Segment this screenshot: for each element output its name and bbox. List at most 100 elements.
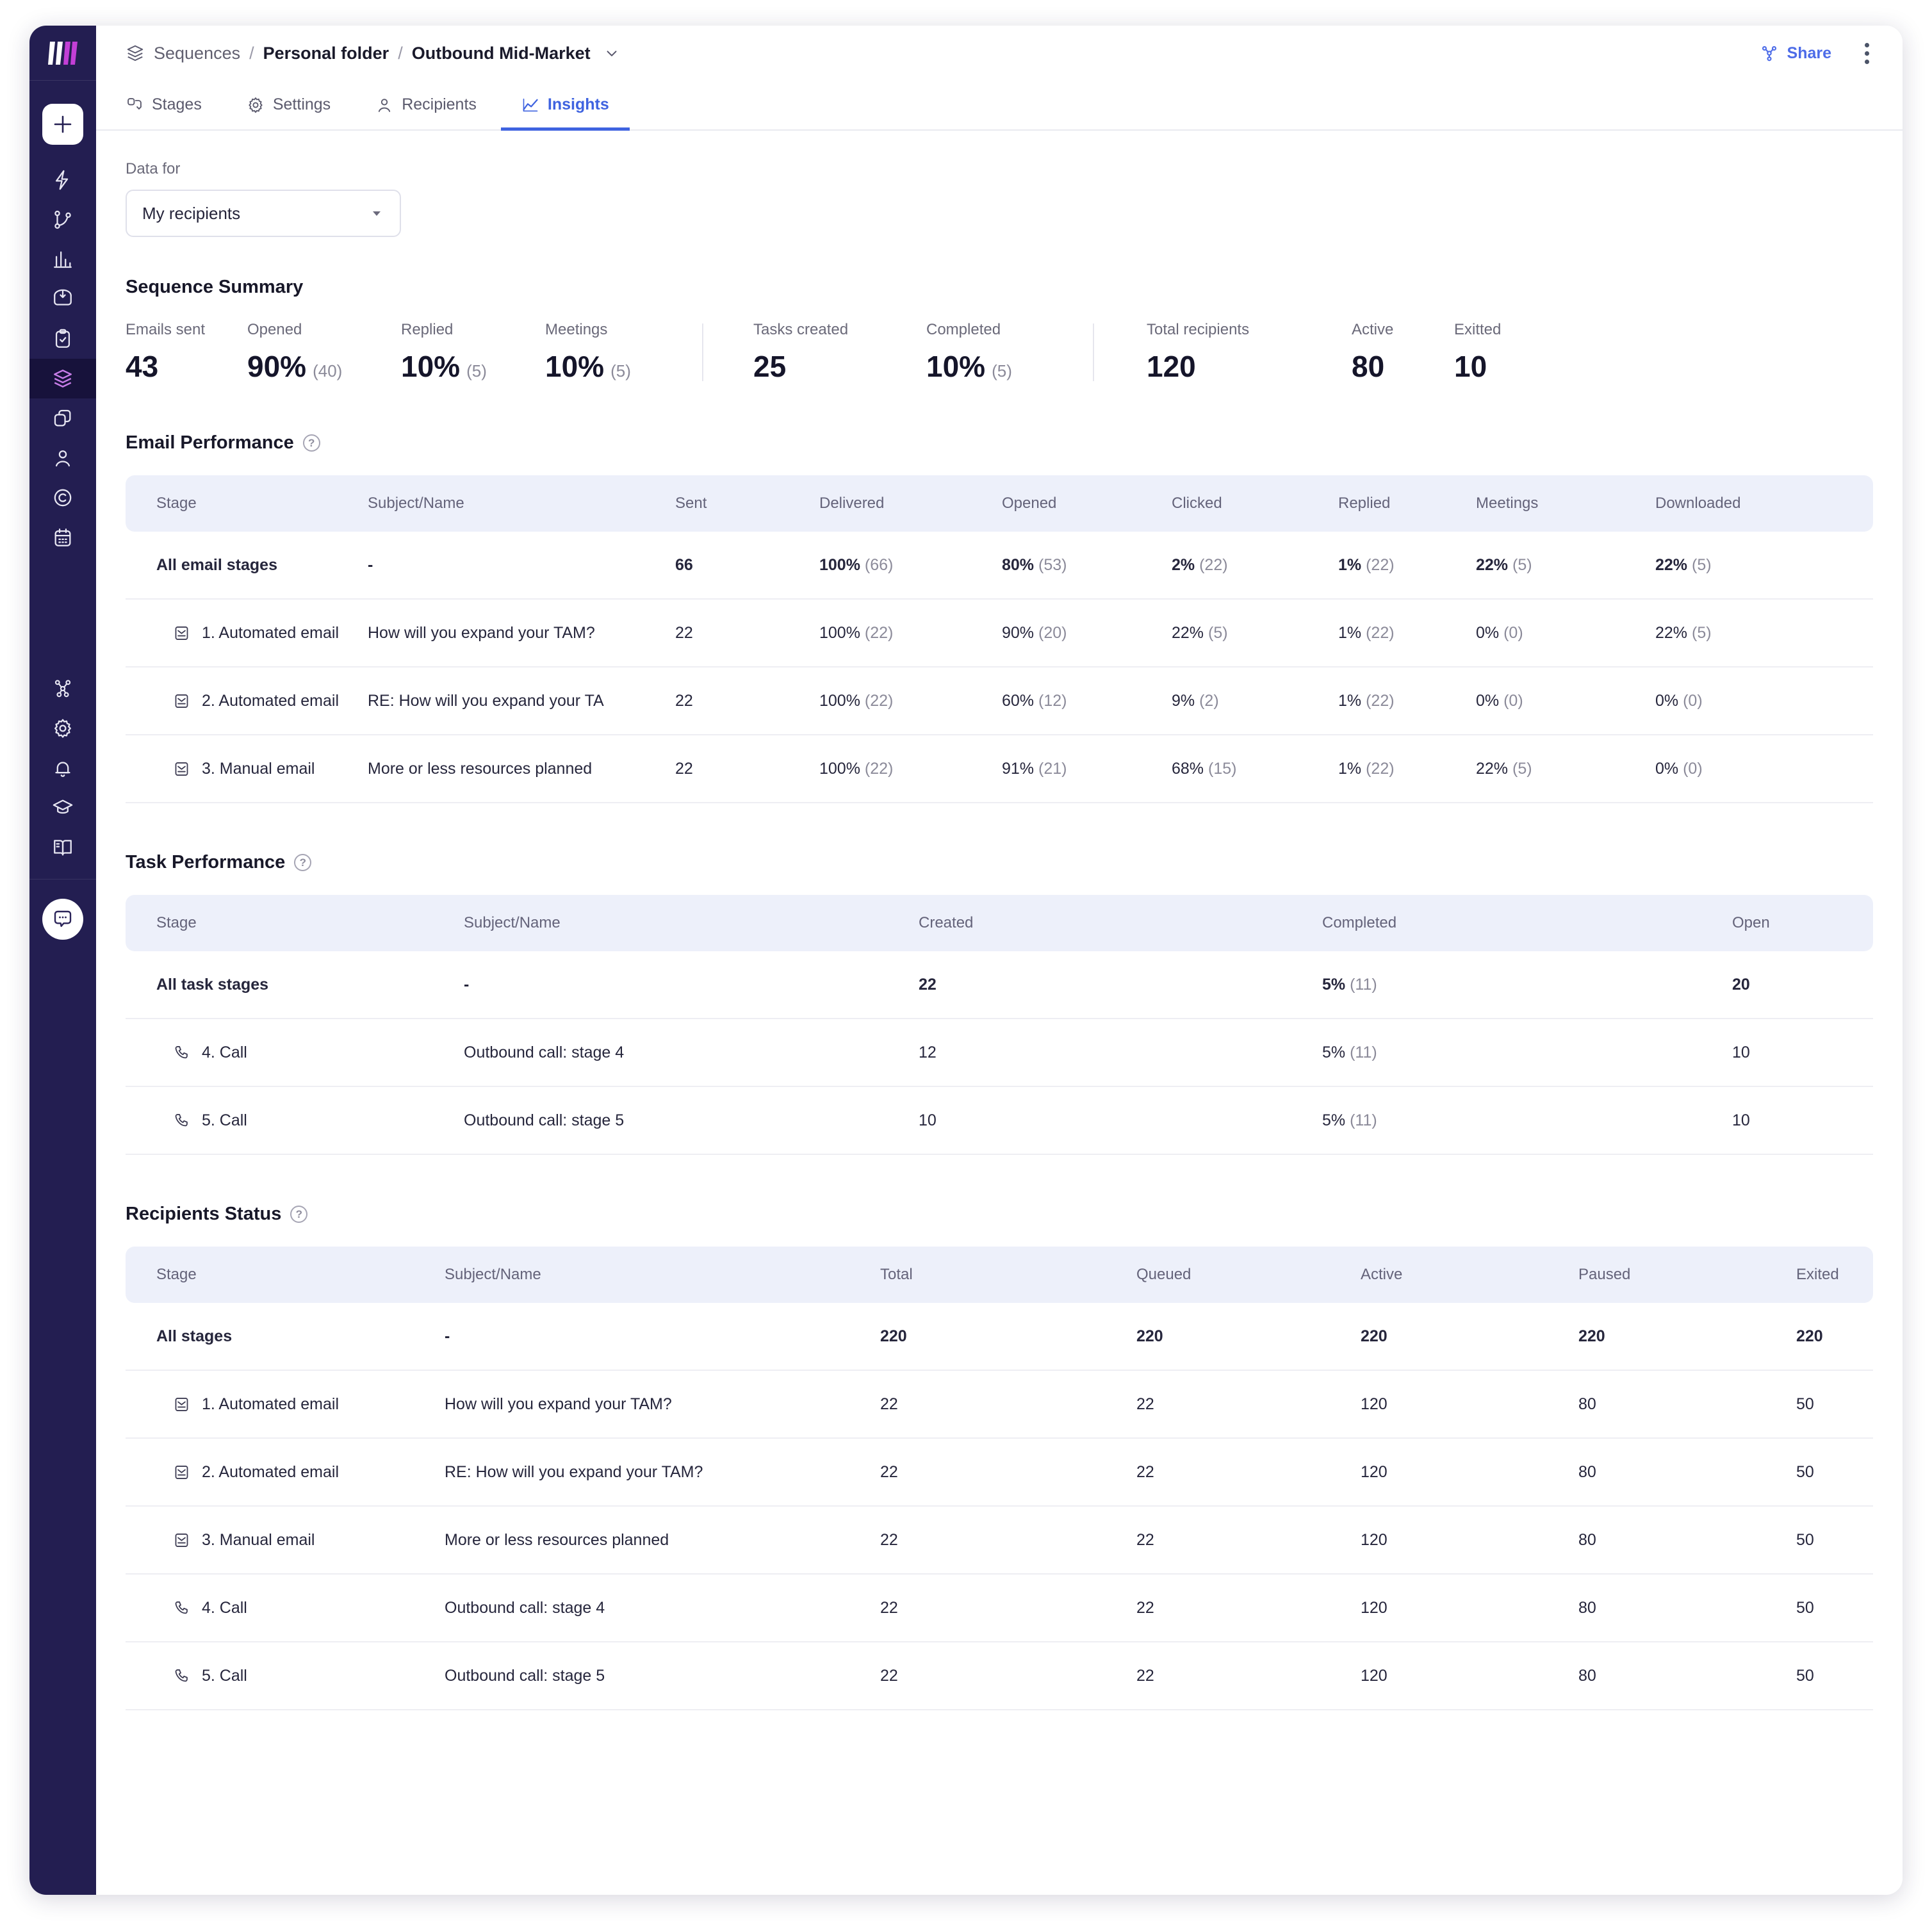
stat-count: (5) <box>610 361 631 381</box>
stat-label: Completed <box>926 321 1001 338</box>
tab-stages[interactable]: Stages <box>126 82 222 131</box>
sidebar-item-knowledge-base[interactable] <box>29 828 96 867</box>
cell-created: 22 <box>919 975 937 994</box>
table-row[interactable]: 1. Automated email How will you expand y… <box>126 600 1873 667</box>
stat-emails-sent: Emails sent 43 <box>126 321 247 384</box>
tab-settings[interactable]: Settings <box>226 82 351 131</box>
breadcrumb-root[interactable]: Sequences <box>154 44 240 63</box>
sidebar-item-inbox[interactable] <box>29 279 96 319</box>
cell-pct: 1% <box>1338 691 1362 710</box>
top-bar: Sequences / Personal folder / Outbound M… <box>96 26 1903 81</box>
table-row[interactable]: 2. Automated email RE: How will you expa… <box>126 667 1873 735</box>
sidebar-item-settings[interactable] <box>29 708 96 748</box>
cell-stage: 2. Automated email <box>156 1463 445 1482</box>
summary-divider <box>1093 323 1094 381</box>
tab-recipients-label: Recipients <box>402 95 477 113</box>
app-logo[interactable] <box>29 26 96 81</box>
app-window: Sequences / Personal folder / Outbound M… <box>29 26 1903 1895</box>
summary-divider <box>702 323 703 381</box>
table-row-total[interactable]: All email stages - 66 100% (66) 80% (53)… <box>126 532 1873 600</box>
cell-stage-label: 4. Call <box>202 1598 247 1617</box>
cell-replied: 1% (22) <box>1338 760 1476 778</box>
person-icon <box>375 96 393 114</box>
cell-pct: 0% <box>1476 691 1500 710</box>
table-row-total[interactable]: All stages - 220 220 220 220 220 <box>126 1303 1873 1371</box>
cell-clicked: 22% (5) <box>1172 624 1338 642</box>
sidebar-item-notifications[interactable] <box>29 748 96 788</box>
team-icon <box>54 680 71 698</box>
lightning-icon <box>55 170 69 190</box>
stat-label: Total recipients <box>1147 321 1250 338</box>
cell-subject: - <box>368 555 373 574</box>
column-header-subject: Subject/Name <box>445 1266 541 1283</box>
table-row[interactable]: 2. Automated email RE: How will you expa… <box>126 1439 1873 1507</box>
gear-icon <box>54 719 71 738</box>
tab-insights[interactable]: Insights <box>500 82 630 131</box>
cell-pct: 60% <box>1002 691 1035 710</box>
cell-count: (0) <box>1683 691 1703 710</box>
sidebar-item-contacts[interactable] <box>29 438 96 478</box>
cell-subject: How will you expand your TAM? <box>368 623 595 642</box>
help-icon[interactable]: ? <box>294 854 312 871</box>
cell-count: (22) <box>1199 555 1228 574</box>
help-icon[interactable]: ? <box>302 434 320 452</box>
recipients-scope-select[interactable]: My recipients <box>126 190 401 237</box>
branch-icon <box>54 210 71 229</box>
cell-stage-label: 3. Manual email <box>202 1530 315 1549</box>
more-options-button[interactable] <box>1858 39 1876 68</box>
breadcrumb-dropdown-button[interactable] <box>603 45 620 61</box>
cell-queued: 22 <box>1136 1395 1154 1413</box>
help-icon[interactable]: ? <box>290 1206 308 1223</box>
cell-queued: 220 <box>1136 1327 1163 1345</box>
add-button[interactable] <box>42 104 83 145</box>
cell-count: (5) <box>1208 623 1228 642</box>
tab-recipients[interactable]: Recipients <box>355 82 497 131</box>
column-header-replied: Replied <box>1338 495 1391 512</box>
table-row[interactable]: 3. Manual email More or less resources p… <box>126 735 1873 803</box>
table-row-total[interactable]: All task stages - 22 5% (11) 20 <box>126 951 1873 1019</box>
stat-value: 43 <box>126 349 247 384</box>
table-row[interactable]: 4. Call Outbound call: stage 4 22 22 120… <box>126 1575 1873 1642</box>
sidebar-item-automations[interactable] <box>29 160 96 200</box>
main-area: Sequences / Personal folder / Outbound M… <box>96 26 1903 1895</box>
cell-meetings: 22% (5) <box>1476 760 1655 778</box>
sidebar-item-sequences[interactable] <box>29 359 96 398</box>
table-row[interactable]: 5. Call Outbound call: stage 5 22 22 120… <box>126 1642 1873 1710</box>
recipients-status-table: Stage Subject/Name Total Queued Active P… <box>126 1247 1873 1710</box>
cell-pct: 0% <box>1655 759 1679 778</box>
task-performance-section: Task Performance ? Stage Subject/Name Cr… <box>126 852 1873 1155</box>
sidebar-item-companies[interactable] <box>29 478 96 518</box>
breadcrumb-folder[interactable]: Personal folder <box>263 44 389 63</box>
cell-paused: 80 <box>1578 1530 1596 1549</box>
sidebar-item-templates[interactable] <box>29 398 96 438</box>
cell-active: 120 <box>1361 1598 1388 1617</box>
sidebar-item-team[interactable] <box>29 669 96 708</box>
cell-stage: 5. Call <box>156 1111 464 1130</box>
sidebar-item-calendar[interactable] <box>29 518 96 557</box>
chat-support-button[interactable] <box>42 899 83 940</box>
cell-pct: 91% <box>1002 759 1035 778</box>
cell-opened: 80% (53) <box>1002 556 1172 575</box>
table-row[interactable]: 5. Call Outbound call: stage 5 10 5% (11… <box>126 1087 1873 1155</box>
cell-subject: Outbound call: stage 5 <box>445 1666 605 1685</box>
cell-completed: 5% (11) <box>1322 976 1732 994</box>
cell-subject: - <box>445 1327 450 1345</box>
recipients-status-title: Recipients Status <box>126 1204 282 1224</box>
book-icon <box>54 840 72 856</box>
share-button[interactable]: Share <box>1760 44 1831 63</box>
cell-replied: 1% (22) <box>1338 692 1476 710</box>
table-row[interactable]: 4. Call Outbound call: stage 4 12 5% (11… <box>126 1019 1873 1087</box>
sidebar-item-analytics[interactable] <box>29 240 96 279</box>
email-icon <box>173 692 190 710</box>
cell-pct: 22% <box>1476 759 1509 778</box>
sidebar-item-workflows[interactable] <box>29 200 96 240</box>
sidebar-item-tasks[interactable] <box>29 319 96 359</box>
cell-exited: 50 <box>1796 1598 1814 1617</box>
layers-icon <box>54 370 72 388</box>
sidebar-item-academy[interactable] <box>29 788 96 828</box>
stat-label: Opened <box>247 321 302 338</box>
table-row[interactable]: 1. Automated email How will you expand y… <box>126 1371 1873 1439</box>
stat-number: 43 <box>126 350 159 383</box>
table-row[interactable]: 3. Manual email More or less resources p… <box>126 1507 1873 1575</box>
column-header-sent: Sent <box>675 495 707 512</box>
